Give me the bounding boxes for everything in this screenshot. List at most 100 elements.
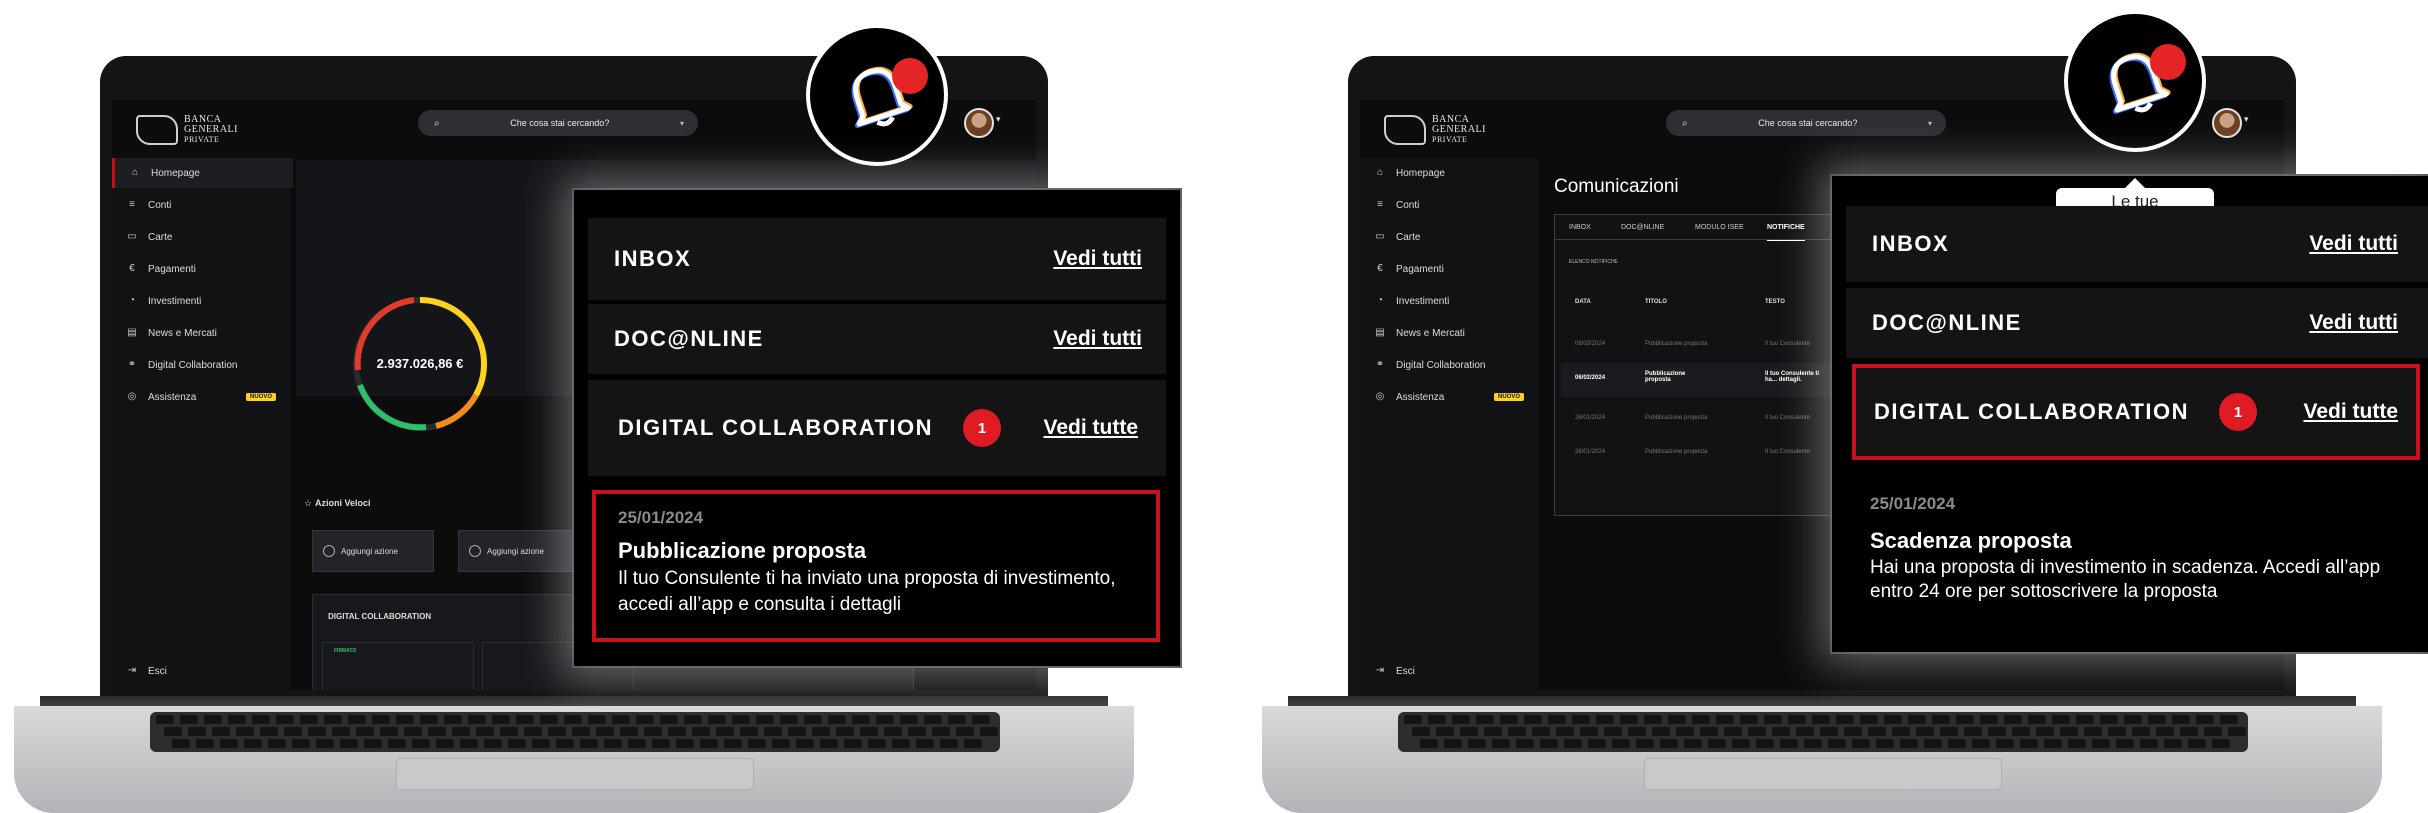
panel-row-doconline[interactable]: DOC@NLINE Vedi tutti [1846,288,2428,358]
sidebar: ⌂ Homepage ≡ Conti ▭ Carte € Pagamenti ◔ Inve… [112,158,293,690]
keyboard-key [1972,739,1990,748]
keyboard-key [612,715,630,724]
sidebar-item-pagamenti[interactable]: € Pagamenti [112,254,290,284]
keyboard-key [596,727,614,736]
keyboard-key [420,715,438,724]
panel-row-digital-collaboration[interactable]: DIGITAL COLLABORATION 1 Vedi tutte [588,380,1166,476]
keyboard-key [1580,727,1598,736]
keyboard-key [1660,739,1678,748]
keyboard-key [444,715,462,724]
keyboard-key [2212,739,2230,748]
sidebar-item-carte[interactable]: ▭ Carte [112,222,290,252]
keyboard-key [308,727,326,736]
keyboard-key [2076,715,2094,724]
keyboard-key [380,727,398,736]
panel-row-digital-collaboration[interactable]: DIGITAL COLLABORATION 1 Vedi tutte [1852,364,2420,460]
sidebar-item-digital-collaboration[interactable]: ⚭ Digital Collaboration [1360,350,1538,380]
add-action-button-1[interactable]: Aggiungi azione [312,530,434,572]
sidebar-item-label: Assistenza [148,391,197,403]
add-action-icon [469,545,481,557]
digital-collaboration-see-all-link[interactable]: Vedi tutte [2303,400,2398,424]
user-avatar[interactable] [2212,108,2242,138]
keyboard-key [1452,715,1470,724]
column-header-date[interactable]: DATA [1575,299,1591,305]
search-input[interactable]: ⌕ Che cosa stai cercando? ▾ [1666,110,1946,136]
avatar-chevron-icon[interactable]: ▾ [2244,114,2249,125]
add-action-button-2[interactable]: Aggiungi azione [458,530,580,572]
tab-doconline[interactable]: DOC@NLINE [1621,215,1664,239]
notifications-bell-button[interactable] [2064,10,2206,152]
keyboard-key [940,739,958,748]
tab-inbox[interactable]: INBOX [1569,215,1591,239]
keyboard-key [2092,739,2110,748]
laptop-right-keyboard [1398,712,2248,752]
sidebar-item-assistenza[interactable]: ◎ Assistenza NUOVO [1360,382,1538,412]
keyboard-key [572,727,590,736]
keyboard-key [372,715,390,724]
doconline-see-all-link[interactable]: Vedi tutti [1053,327,1142,351]
keyboard-key [980,727,998,736]
tab-modulo-isee[interactable]: MODULO ISEE [1695,215,1744,239]
inbox-see-all-link[interactable]: Vedi tutti [1053,247,1142,271]
notification-date: 25/01/2024 [1870,494,1956,513]
brand-logo[interactable]: BANCA GENERALI PRIVATE [136,114,256,146]
table-row-title: Pubblicazione proposta [1645,371,1686,383]
sidebar-item-assistenza[interactable]: ◎ Assistenza NUOVO [112,382,290,412]
keyboard-key [1708,739,1726,748]
notifications-bell-button[interactable] [806,24,948,166]
tab-notifiche[interactable]: NOTIFICHE [1767,215,1805,241]
brand-logo[interactable]: BANCA GENERALI PRIVATE [1384,114,1504,146]
sidebar-item-conti[interactable]: ≡ Conti [1360,190,1538,220]
logout-button[interactable]: ⇥ Esci [1360,656,1538,686]
sidebar-item-pagamenti[interactable]: € Pagamenti [1360,254,1538,284]
page-title: Comunicazioni [1554,176,1679,197]
new-badge: NUOVO [245,393,276,401]
logout-button[interactable]: ⇥ Esci [112,656,290,686]
panel-row-inbox[interactable]: INBOX Vedi tutti [588,218,1166,300]
keyboard-key [1492,739,1510,748]
keyboard-key [220,739,238,748]
sidebar-item-investimenti[interactable]: ◔ Investimenti [1360,286,1538,316]
sidebar-item-investimenti[interactable]: ◔ Investimenti [112,286,290,316]
sidebar-item-news[interactable]: ▤ News e Mercati [112,318,290,348]
keyboard-key [1500,715,1518,724]
keyboard-key [2100,715,2118,724]
sidebar-item-homepage[interactable]: ⌂ Homepage [112,158,293,188]
inbox-see-all-link[interactable]: Vedi tutti [2309,232,2398,256]
sidebar-item-carte[interactable]: ▭ Carte [1360,222,1538,252]
keyboard-key [1572,715,1590,724]
sidebar-item-label: Pagamenti [1396,263,1444,275]
keyboard-key [1868,727,1886,736]
notification-body: Il tuo Consulente ti ha inviato una prop… [618,568,1116,615]
sidebar-item-digital-collaboration[interactable]: ⚭ Digital Collaboration [112,350,290,380]
keyboard-key [492,715,510,724]
sidebar-item-label: Carte [148,231,173,243]
keyboard-key [740,727,758,736]
search-input[interactable]: ⌕ Che cosa stai cercando? ▾ [418,110,698,136]
add-action-label: Aggiungi azione [487,546,544,556]
panel-row-doconline[interactable]: DOC@NLINE Vedi tutti [588,304,1166,374]
sidebar-item-conti[interactable]: ≡ Conti [112,190,290,220]
keyboard-key [964,739,982,748]
user-avatar[interactable] [964,108,994,138]
panel-row-inbox[interactable]: INBOX Vedi tutti [1846,206,2428,282]
doconline-see-all-link[interactable]: Vedi tutti [2309,311,2398,335]
table-row-date: 26/01/2024 [1575,449,1606,455]
unread-count-badge: 1 [2219,393,2258,431]
column-header-text[interactable]: TESTO [1765,299,1785,305]
keyboard-key [2012,727,2030,736]
sidebar-item-label: Assistenza [1396,391,1445,403]
keyboard-key [2124,715,2142,724]
sidebar-item-news[interactable]: ▤ News e Mercati [1360,318,1538,348]
keyboard-key [180,715,198,724]
digital-collaboration-see-all-link[interactable]: Vedi tutte [1043,416,1138,440]
keyboard-key [604,739,622,748]
sidebar-item-homepage[interactable]: ⌂ Homepage [1360,158,1538,188]
column-header-title[interactable]: TITOLO [1645,299,1667,305]
keyboard-key [2228,727,2246,736]
avatar-chevron-icon[interactable]: ▾ [996,114,1001,125]
keyboard-key [196,739,214,748]
keyboard-key [428,727,446,736]
keyboard-key [540,715,558,724]
table-row-date: 06/02/2024 [1575,341,1606,347]
